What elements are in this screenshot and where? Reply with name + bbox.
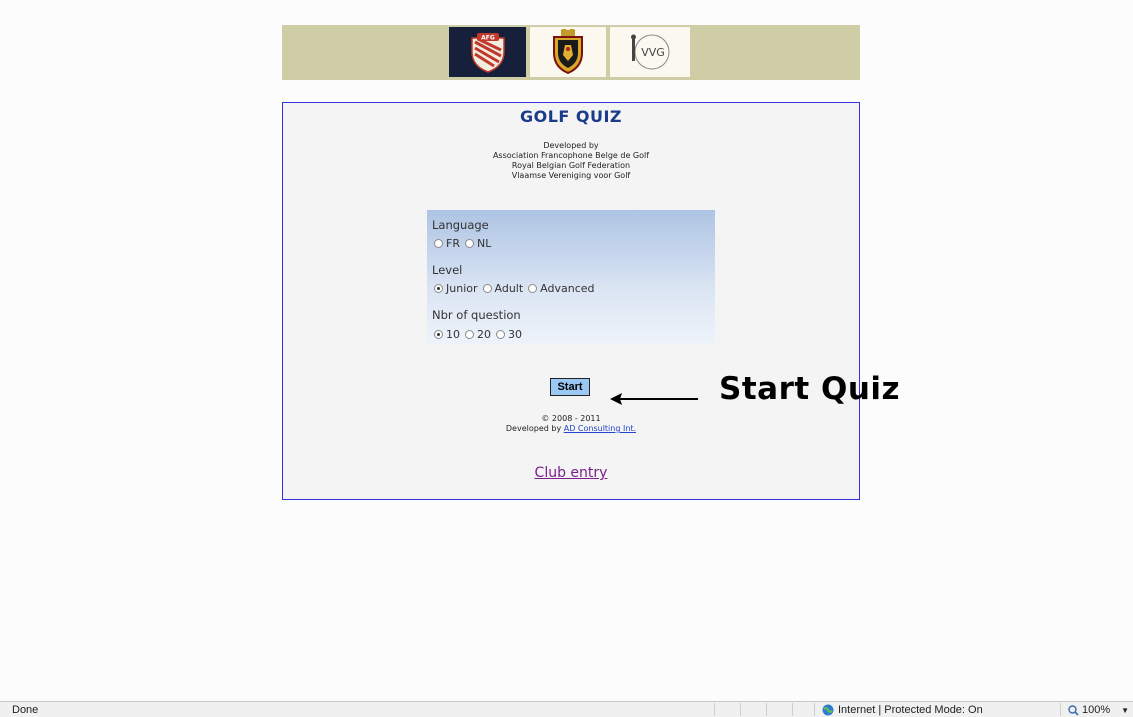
start-quiz-annotation: Start Quiz bbox=[719, 371, 901, 407]
level-option-adult[interactable]: Adult bbox=[482, 282, 524, 295]
status-divider bbox=[792, 703, 793, 716]
status-bar: Done Internet | Protected Mode: On 100% … bbox=[0, 701, 1133, 717]
radio-30[interactable] bbox=[496, 330, 505, 339]
developed-by-label: Developed by bbox=[543, 141, 599, 150]
arrow-annotation-icon bbox=[610, 393, 698, 405]
language-option-label: FR bbox=[446, 237, 460, 250]
org-afg: Association Francophone Belge de Golf bbox=[492, 151, 650, 160]
credits: Developed by Association Francophone Bel… bbox=[283, 141, 859, 181]
developer-line: Developed by AD Consulting Int. bbox=[283, 424, 859, 434]
status-divider bbox=[1060, 703, 1061, 716]
zoom-level: 100% bbox=[1082, 704, 1111, 716]
question-option-30[interactable]: 30 bbox=[496, 328, 522, 341]
developer-prefix: Developed by bbox=[505, 424, 562, 433]
svg-text:AFG: AFG bbox=[481, 35, 495, 42]
start-button[interactable]: Start bbox=[550, 378, 590, 396]
question-option-label: 20 bbox=[477, 328, 491, 341]
vvg-logo: VVG bbox=[610, 27, 690, 77]
security-zone-label: Internet | Protected Mode: On bbox=[838, 704, 983, 716]
radio-10[interactable] bbox=[434, 330, 443, 339]
rbgf-crest-logo bbox=[530, 27, 606, 77]
language-option-fr[interactable]: FR bbox=[434, 237, 460, 250]
copyright-block: © 2008 - 2011 Developed by AD Consulting… bbox=[283, 414, 859, 434]
level-option-label: Advanced bbox=[540, 282, 595, 295]
radio-junior[interactable] bbox=[434, 284, 443, 293]
org-rbgf: Royal Belgian Golf Federation bbox=[511, 161, 631, 170]
language-option-label: NL bbox=[476, 237, 492, 250]
question-option-label: 30 bbox=[508, 328, 522, 341]
quiz-options-form: Language FR NL Level Junior Adult Advanc… bbox=[427, 210, 715, 344]
afg-logo: AFG bbox=[449, 27, 526, 77]
club-entry-link[interactable]: Club entry bbox=[535, 465, 608, 481]
question-option-20[interactable]: 20 bbox=[465, 328, 491, 341]
level-label: Level bbox=[432, 263, 463, 277]
status-divider bbox=[766, 703, 767, 716]
radio-adult[interactable] bbox=[482, 284, 492, 293]
status-text: Done bbox=[12, 704, 39, 716]
radio-advanced[interactable] bbox=[528, 284, 538, 293]
question-count-label: Nbr of question bbox=[432, 308, 521, 322]
question-option-label: 10 bbox=[446, 328, 460, 341]
level-option-junior[interactable]: Junior bbox=[434, 282, 478, 295]
chevron-down-icon[interactable]: ▼ bbox=[1121, 706, 1129, 715]
status-divider bbox=[714, 703, 715, 716]
copyright-text: © 2008 - 2011 bbox=[541, 414, 601, 423]
level-option-label: Junior bbox=[446, 282, 478, 295]
level-options: Junior Adult Advanced bbox=[434, 282, 600, 295]
developer-link[interactable]: AD Consulting Int. bbox=[564, 424, 636, 433]
org-vvg: Vlaamse Vereniging voor Golf bbox=[511, 171, 631, 180]
radio-20[interactable] bbox=[465, 330, 474, 339]
radio-nl[interactable] bbox=[464, 239, 474, 248]
status-divider bbox=[814, 703, 815, 716]
zoom-icon bbox=[1068, 704, 1079, 716]
language-label: Language bbox=[432, 218, 489, 232]
status-divider bbox=[740, 703, 741, 716]
svg-text:VVG: VVG bbox=[641, 46, 665, 59]
zoom-control[interactable]: 100% ▼ bbox=[1068, 704, 1129, 716]
language-option-nl[interactable]: NL bbox=[464, 237, 492, 250]
level-option-label: Adult bbox=[494, 282, 524, 295]
level-option-advanced[interactable]: Advanced bbox=[528, 282, 595, 295]
quiz-panel: GOLF QUIZ Developed by Association Franc… bbox=[282, 102, 900, 500]
security-zone[interactable]: Internet | Protected Mode: On bbox=[822, 704, 983, 716]
club-entry-container: Club entry bbox=[283, 465, 859, 481]
radio-fr[interactable] bbox=[434, 239, 443, 248]
question-option-10[interactable]: 10 bbox=[434, 328, 460, 341]
globe-icon bbox=[822, 704, 834, 716]
header-banner: AFG VVG bbox=[282, 25, 860, 80]
question-count-options: 10 20 30 bbox=[434, 328, 527, 341]
page-title: GOLF QUIZ bbox=[519, 107, 623, 126]
language-options: FR NL bbox=[434, 237, 496, 250]
